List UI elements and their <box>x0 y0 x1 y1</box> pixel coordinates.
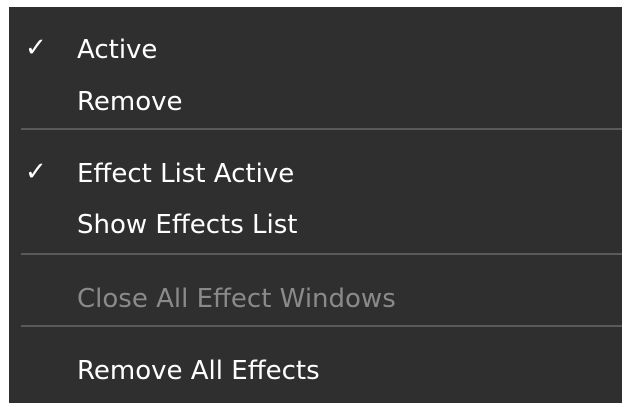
menu-item-label: Show Effects List <box>77 210 298 240</box>
context-menu: ✓ Active Remove ✓ Effect List Active Sho… <box>9 7 622 403</box>
menu-item-remove-all-effects[interactable]: Remove All Effects <box>9 350 622 396</box>
menu-separator <box>21 253 622 255</box>
menu-item-close-all-effect-windows: Close All Effect Windows <box>9 278 622 324</box>
menu-item-label: Close All Effect Windows <box>77 284 396 314</box>
menu-item-label: Remove <box>77 87 183 117</box>
menu-separator <box>21 325 622 327</box>
checkmark-icon: ✓ <box>25 33 47 63</box>
menu-item-show-effects-list[interactable]: Show Effects List <box>9 204 622 250</box>
checkmark-icon: ✓ <box>25 157 47 187</box>
menu-item-label: Effect List Active <box>77 159 295 189</box>
menu-separator <box>21 128 622 130</box>
menu-item-active[interactable]: ✓ Active <box>9 29 622 75</box>
menu-item-label: Remove All Effects <box>77 356 320 386</box>
menu-item-label: Active <box>77 35 158 65</box>
menu-item-effect-list-active[interactable]: ✓ Effect List Active <box>9 153 622 199</box>
menu-item-remove[interactable]: Remove <box>9 81 622 127</box>
